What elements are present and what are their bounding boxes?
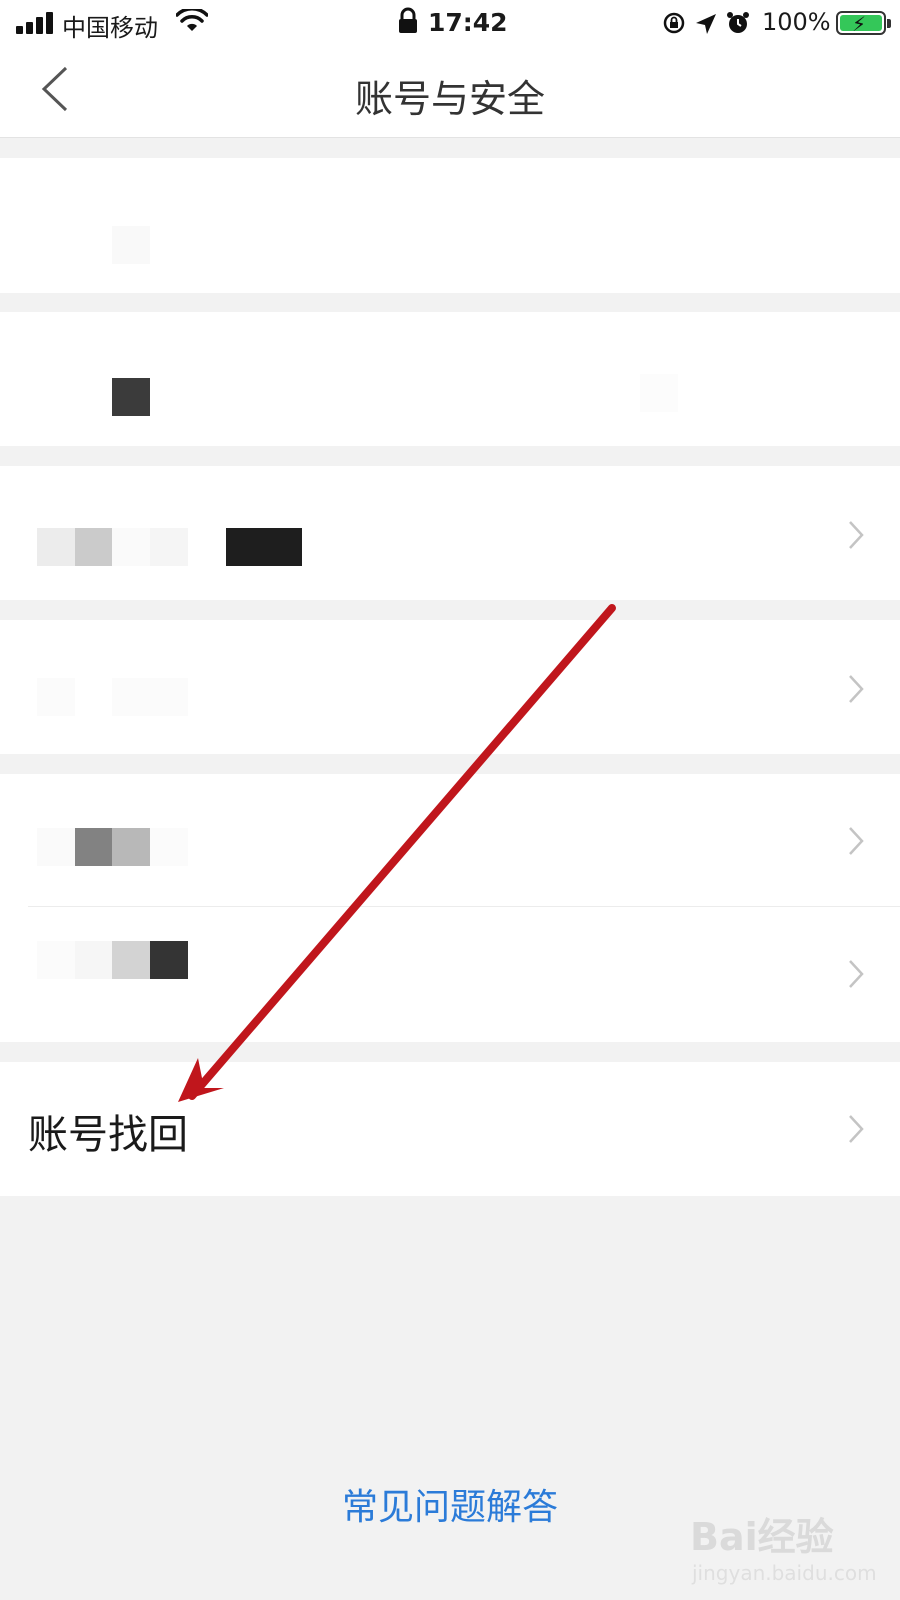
page-title: 账号与安全: [354, 77, 545, 121]
watermark-logo: Bai经验: [690, 1515, 834, 1559]
chevron-right-icon: [849, 675, 864, 703]
battery-icon: ⚡: [836, 11, 891, 36]
settings-row-2[interactable]: [0, 312, 900, 446]
carrier-name: 中国移动: [62, 14, 158, 42]
settings-row-3[interactable]: [0, 466, 900, 600]
chevron-right-icon: [849, 521, 864, 549]
wifi-icon: [176, 9, 208, 31]
settings-group-5-6: [0, 774, 900, 1042]
location-icon: [696, 14, 716, 34]
settings-row-5[interactable]: [0, 774, 900, 906]
settings-row-4[interactable]: [0, 620, 900, 754]
status-bar: 中国移动 17:42 100% ⚡: [0, 0, 900, 44]
chevron-right-icon: [849, 1115, 864, 1143]
lock-icon: [399, 7, 417, 33]
watermark: Bai经验 jingyan.baidu.com: [690, 1506, 877, 1585]
account-recovery-row[interactable]: 账号找回: [0, 1062, 900, 1196]
settings-row-1[interactable]: [0, 158, 900, 293]
rotation-lock-icon: [663, 12, 685, 34]
settings-row-6[interactable]: [0, 907, 900, 1042]
status-icons: [663, 12, 749, 34]
chevron-right-icon: [849, 827, 864, 855]
battery-percent: 100%: [762, 8, 831, 36]
clock-time: 17:42: [428, 8, 508, 37]
alarm-icon: [727, 12, 749, 33]
signal-icon: [16, 12, 56, 34]
navigation-bar: 账号与安全: [0, 44, 900, 138]
account-recovery-label: 账号找回: [28, 1112, 188, 1158]
chevron-right-icon: [849, 960, 864, 988]
watermark-url: jingyan.baidu.com: [692, 1561, 877, 1585]
